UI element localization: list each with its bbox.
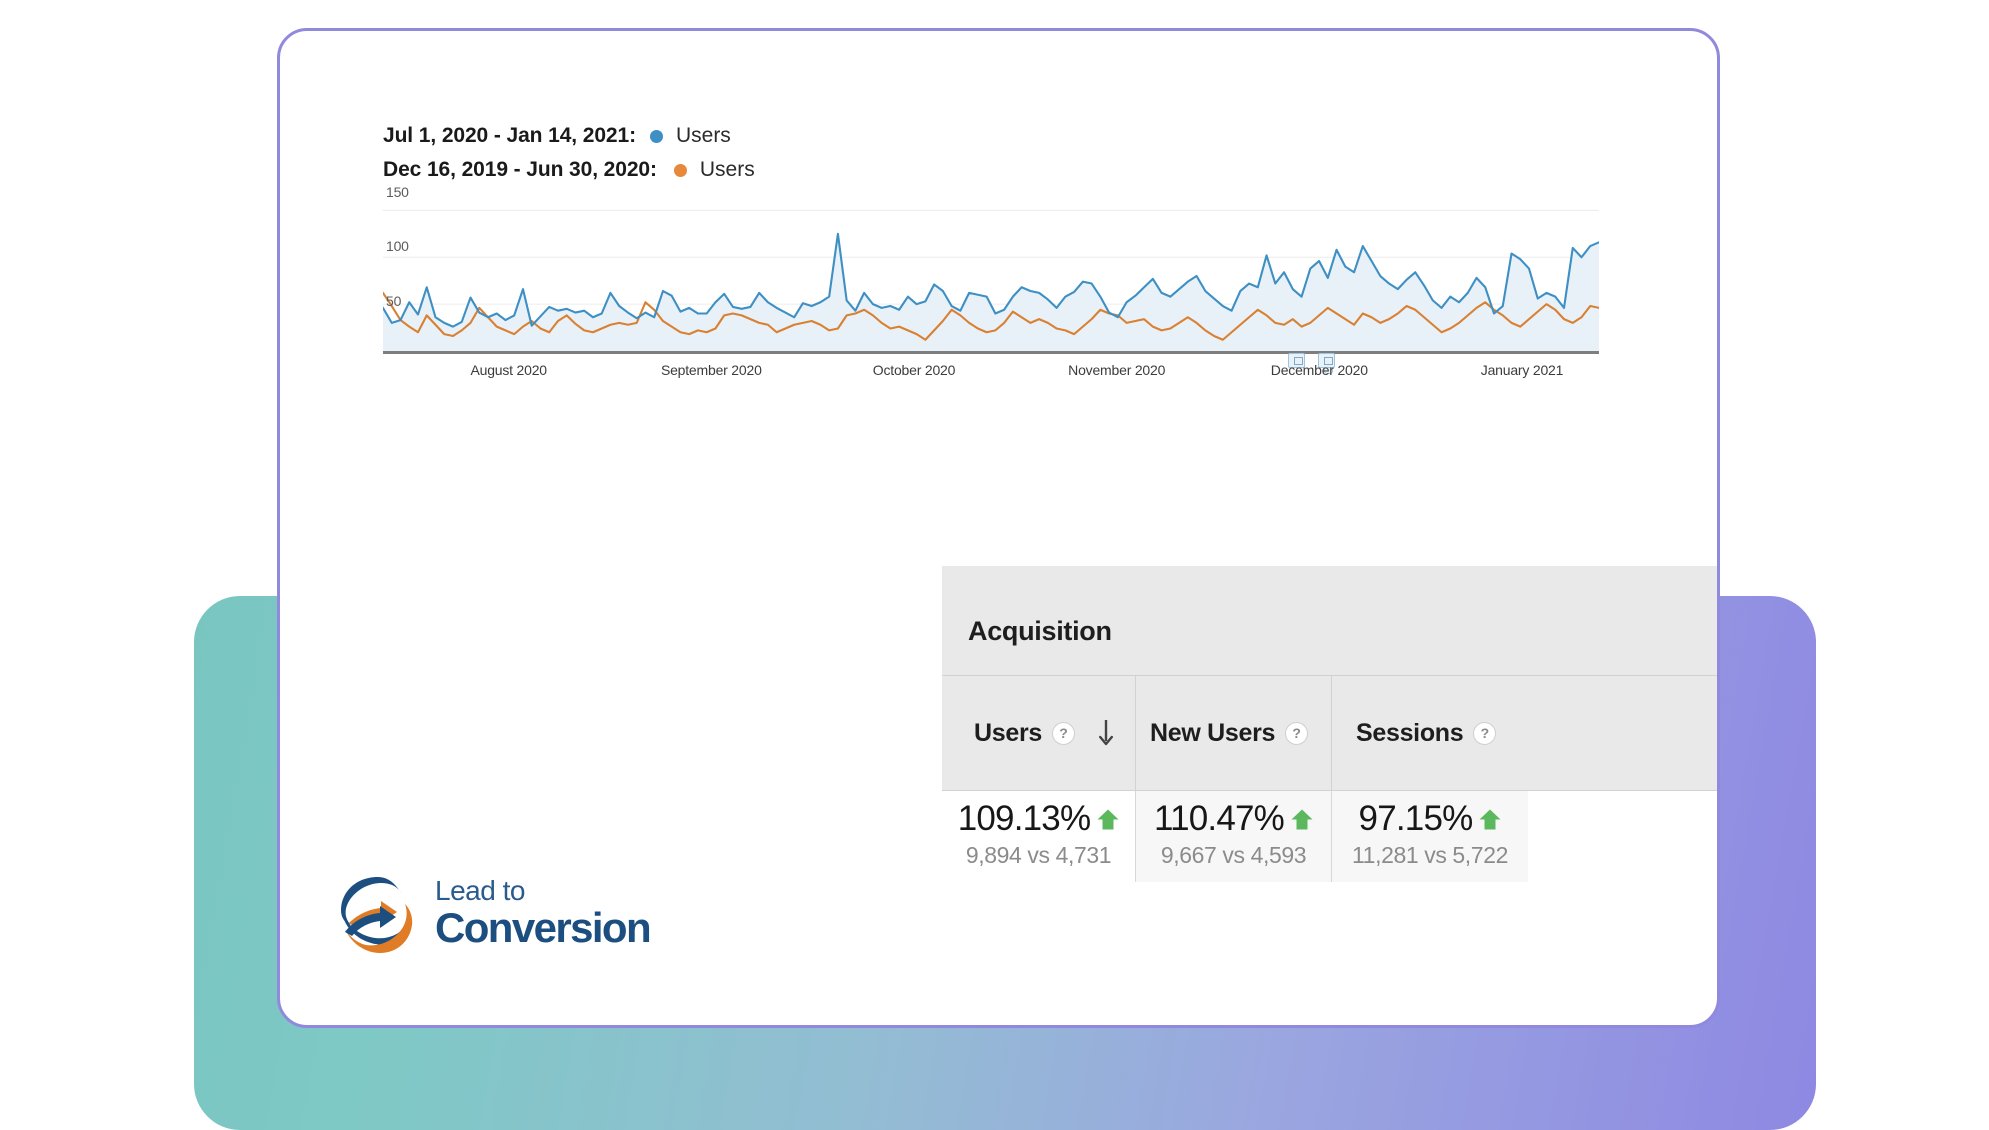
acquisition-title: Acquisition <box>968 616 1112 646</box>
y-axis-tick-50: 50 <box>386 293 402 309</box>
y-axis-tick-100: 100 <box>386 238 409 254</box>
legend-color-dot-orange <box>673 163 687 177</box>
trend-up-icon-sessions <box>1479 809 1501 830</box>
globe-swoosh-icon <box>335 873 421 959</box>
cell-new-users-comparison: 9,667 vs 4,593 <box>1160 841 1307 868</box>
cell-new-users: 110.47% 9,667 vs 4,593 <box>1136 791 1332 882</box>
y-axis-tick-150: 150 <box>386 184 409 200</box>
chart-legend: Jul 1, 2020 - Jan 14, 2021: Users Dec 16… <box>383 119 1678 187</box>
legend-row-current: Jul 1, 2020 - Jan 14, 2021: Users <box>383 124 731 147</box>
cell-users-comparison: 9,894 vs 4,731 <box>965 841 1112 868</box>
x-axis-tick-label: December 2020 <box>1270 362 1368 378</box>
x-axis-tick-label: January 2021 <box>1480 362 1564 378</box>
table-row: 109.13% 9,894 vs 4,731 110.47% 9,667 vs … <box>942 791 1717 882</box>
x-axis-line <box>383 351 1599 354</box>
x-axis-tick-label: August 2020 <box>470 362 547 378</box>
table-column-headers: Users ? New Users ? Sessions ? <box>942 676 1717 791</box>
cell-sessions: 97.15% 11,281 vs 5,722 <box>1332 791 1528 882</box>
cell-new-users-percent: 110.47% <box>1154 798 1285 838</box>
logo-line-lead-to: Lead to <box>435 875 525 906</box>
column-header-new-users-label: New Users <box>1150 718 1276 747</box>
cell-sessions-percent-line: 97.15% <box>1358 798 1502 838</box>
logo-wordmark: Lead to Conversion <box>435 875 652 951</box>
cell-new-users-percent-line: 110.47% <box>1154 798 1313 838</box>
help-icon-users[interactable]: ? <box>1052 721 1075 745</box>
lead-to-conversion-logo: Lead to Conversion <box>335 869 652 961</box>
trend-up-icon-users <box>1097 809 1119 830</box>
column-header-sessions[interactable]: Sessions ? <box>1332 676 1528 790</box>
screenshot-canvas: Jul 1, 2020 - Jan 14, 2021: Users Dec 16… <box>0 0 1989 1130</box>
cell-sessions-percent: 97.15% <box>1358 798 1474 838</box>
cell-sessions-comparison: 11,281 vs 5,722 <box>1352 841 1508 868</box>
users-trend-chart: Jul 1, 2020 - Jan 14, 2021: Users Dec 16… <box>383 119 1678 404</box>
x-axis-tick-labels: August 2020 September 2020 October 2020 Nov… <box>383 362 1599 384</box>
cell-users: 109.13% 9,894 vs 4,731 <box>942 791 1136 882</box>
x-axis-tick-label: September 2020 <box>660 362 762 378</box>
column-header-users[interactable]: Users ? <box>942 676 1136 790</box>
logo-line-conversion: Conversion <box>435 904 652 951</box>
trend-up-icon-new-users <box>1291 809 1313 830</box>
acquisition-table: Acquisition Users ? New Users ? Sessions… <box>942 566 1717 883</box>
chart-plot-area: 150 100 50 August 2020 September 2020 Octo… <box>383 184 1599 378</box>
help-icon-sessions[interactable]: ? <box>1473 721 1497 745</box>
legend-color-dot-blue <box>649 129 663 143</box>
cell-users-percent: 109.13% <box>957 798 1091 838</box>
legend-row-previous: Dec 16, 2019 - Jun 30, 2020: Users <box>383 158 755 181</box>
arrow-down-icon[interactable] <box>1099 719 1113 747</box>
cell-users-percent-line: 109.13% <box>957 798 1120 838</box>
column-header-users-label: Users <box>974 718 1042 747</box>
column-header-new-users[interactable]: New Users ? <box>1136 676 1332 790</box>
analytics-report-card: Jul 1, 2020 - Jan 14, 2021: Users Dec 16… <box>277 28 1720 1028</box>
acquisition-table-header: Acquisition <box>942 566 1717 676</box>
chart-svg <box>383 209 1599 351</box>
help-icon-new-users[interactable]: ? <box>1285 721 1309 745</box>
x-axis-tick-label: October 2020 <box>872 362 956 378</box>
x-axis-tick-label: November 2020 <box>1068 362 1166 378</box>
column-header-sessions-label: Sessions <box>1356 718 1464 747</box>
